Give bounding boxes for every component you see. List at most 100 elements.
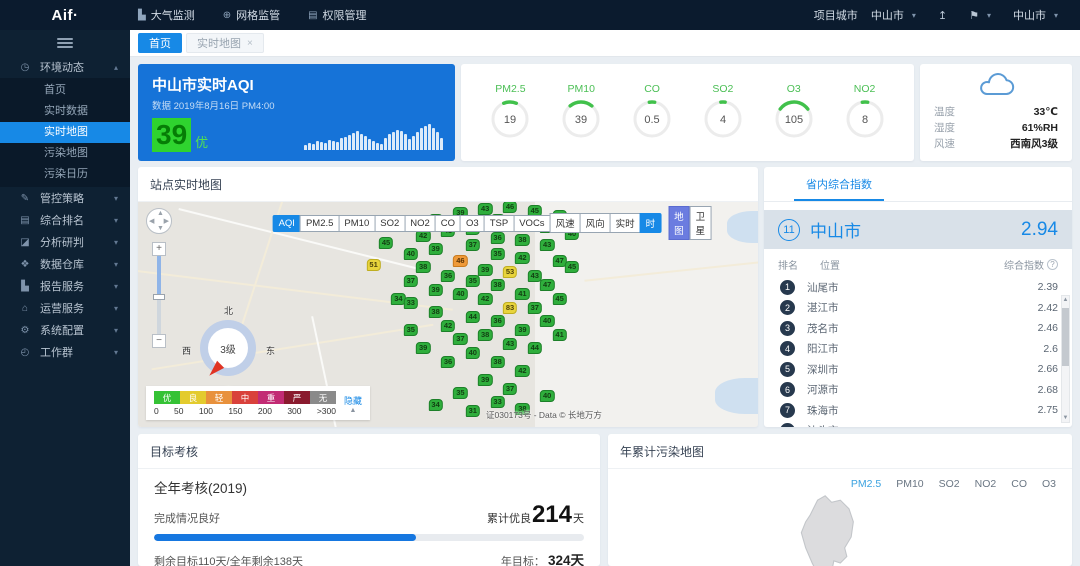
zoom-thumb[interactable]	[153, 294, 165, 300]
map-toolbar-button-PM2.5[interactable]: PM2.5	[300, 215, 338, 232]
map-toolbar-button-风向[interactable]: 风向	[580, 213, 610, 233]
legend-hide-button[interactable]: 隐藏 ▲	[344, 391, 362, 416]
ranking-row-茂名市[interactable]: 3茂名市2.46	[764, 318, 1060, 339]
sidebar-item-实时数据[interactable]: 实时数据	[0, 101, 130, 122]
station-marker[interactable]: 36	[441, 356, 455, 368]
sidebar-group-综合排名[interactable]: ▤综合排名▾	[0, 209, 130, 231]
station-marker[interactable]: 38	[428, 306, 442, 318]
station-marker[interactable]: 31	[466, 405, 480, 417]
scroll-up-icon[interactable]: ▲	[1062, 297, 1069, 303]
project-city-dropdown[interactable]: 项目城市 中山市 ▾	[814, 7, 916, 23]
station-marker[interactable]: 37	[453, 333, 467, 345]
station-marker[interactable]: 42	[515, 365, 529, 377]
zoom-in-button[interactable]: +	[152, 242, 166, 256]
ranking-row-河源市[interactable]: 6河源市2.68	[764, 380, 1060, 401]
map-toolbar-button-实时[interactable]: 实时	[610, 213, 640, 233]
topbar-menu-大气监测[interactable]: ▙大气监测	[138, 7, 195, 23]
map-toolbar-button-O3[interactable]: O3	[460, 215, 484, 232]
map-type-卫星[interactable]: 卫星	[690, 206, 712, 240]
station-marker[interactable]: 35	[453, 387, 467, 399]
sidebar-group-数据仓库[interactable]: ❖数据仓库▾	[0, 253, 130, 275]
ranking-scrollbar[interactable]: ▲ ▼	[1061, 295, 1070, 423]
station-marker[interactable]: 37	[466, 239, 480, 251]
map-toolbar-button-AQI[interactable]: AQI	[273, 215, 300, 232]
station-marker[interactable]: 37	[503, 383, 517, 395]
station-marker[interactable]: 83	[503, 302, 517, 314]
ranking-row-深圳市[interactable]: 5深圳市2.66	[764, 359, 1060, 380]
sidebar-group-分析研判[interactable]: ◪分析研判▾	[0, 231, 130, 253]
pollutant-tab-PM10[interactable]: PM10	[896, 478, 923, 490]
station-marker[interactable]: 38	[490, 356, 504, 368]
map-toolbar-button-VOCs[interactable]: VOCs	[513, 215, 549, 232]
scroll-down-icon[interactable]: ▼	[1062, 415, 1069, 421]
station-marker[interactable]: 37	[528, 302, 542, 314]
notification-dropdown[interactable]: ⚑ ▾	[969, 9, 991, 22]
ranking-row-汕尾市[interactable]: 1汕尾市2.39	[764, 277, 1060, 298]
current-city-row[interactable]: 11 中山市 2.94	[764, 210, 1072, 249]
station-marker[interactable]: 38	[416, 261, 430, 273]
station-marker[interactable]: 44	[466, 311, 480, 323]
station-marker[interactable]: 36	[441, 270, 455, 282]
station-marker[interactable]: 45	[565, 261, 579, 273]
user-city-dropdown[interactable]: 中山市 ▾	[1013, 7, 1058, 23]
station-marker[interactable]: 46	[453, 255, 467, 267]
pollutant-tab-SO2[interactable]: SO2	[939, 478, 960, 490]
station-marker[interactable]: 33	[404, 297, 418, 309]
sidebar-collapse-button[interactable]	[0, 30, 130, 56]
station-marker[interactable]: 42	[515, 252, 529, 264]
sidebar-item-污染日历[interactable]: 污染日历	[0, 164, 130, 185]
station-marker[interactable]: 42	[441, 320, 455, 332]
sidebar-group-运营服务[interactable]: ⌂运营服务▾	[0, 297, 130, 319]
map-type-地图[interactable]: 地图	[668, 206, 690, 240]
sidebar-item-实时地图[interactable]: 实时地图	[0, 122, 130, 143]
station-marker[interactable]: 33	[490, 396, 504, 408]
map-toolbar-button-CO[interactable]: CO	[435, 215, 460, 232]
station-marker[interactable]: 40	[466, 347, 480, 359]
station-marker[interactable]: 34	[428, 399, 442, 411]
export-icon[interactable]: ↥	[938, 9, 947, 22]
station-marker[interactable]: 40	[404, 248, 418, 260]
pollutant-tab-CO[interactable]: CO	[1011, 478, 1027, 490]
station-marker[interactable]: 43	[540, 239, 554, 251]
close-icon[interactable]: ×	[247, 38, 253, 49]
pollutant-tab-O3[interactable]: O3	[1042, 478, 1056, 490]
station-map[interactable]: AQIPM2.5PM10SO2NO2COO3TSPVOCs风速风向实时时地图卫星…	[138, 202, 758, 427]
scrollbar-thumb[interactable]	[1062, 308, 1069, 366]
station-marker[interactable]: 41	[515, 288, 529, 300]
sidebar-group-报告服务[interactable]: ▙报告服务▾	[0, 275, 130, 297]
station-marker[interactable]: 47	[540, 279, 554, 291]
map-toolbar-button-时[interactable]: 时	[640, 213, 662, 233]
zoom-out-button[interactable]: −	[152, 334, 166, 348]
station-marker[interactable]: 40	[453, 288, 467, 300]
topbar-menu-权限管理[interactable]: ▤权限管理	[308, 7, 366, 23]
station-marker[interactable]: 35	[404, 324, 418, 336]
map-toolbar-button-NO2[interactable]: NO2	[404, 215, 435, 232]
station-marker[interactable]: 39	[428, 243, 442, 255]
map-toolbar-button-PM10[interactable]: PM10	[338, 215, 374, 232]
pan-left-icon[interactable]: ◀	[149, 217, 154, 225]
map-toolbar-button-风速[interactable]: 风速	[550, 213, 580, 233]
pan-down-icon[interactable]: ▼	[157, 225, 164, 232]
station-marker[interactable]: 42	[478, 293, 492, 305]
sidebar-item-首页[interactable]: 首页	[0, 80, 130, 101]
station-marker[interactable]: 35	[490, 248, 504, 260]
station-marker[interactable]: 45	[552, 293, 566, 305]
ranking-row-汕头市[interactable]: 8汕头市2.76	[764, 421, 1060, 428]
ranking-row-湛江市[interactable]: 2湛江市2.42	[764, 298, 1060, 319]
station-marker[interactable]: 43	[503, 338, 517, 350]
ranking-row-阳江市[interactable]: 4阳江市2.6	[764, 339, 1060, 360]
map-toolbar-button-TSP[interactable]: TSP	[484, 215, 513, 232]
station-marker[interactable]: 39	[515, 324, 529, 336]
station-marker[interactable]: 39	[478, 374, 492, 386]
station-marker[interactable]: 36	[490, 315, 504, 327]
station-marker[interactable]: 51	[366, 259, 380, 271]
station-marker[interactable]: 39	[416, 342, 430, 354]
pan-up-icon[interactable]: ▲	[157, 210, 164, 217]
station-marker[interactable]: 44	[528, 342, 542, 354]
station-marker[interactable]: 35	[466, 275, 480, 287]
station-marker[interactable]: 39	[428, 284, 442, 296]
station-marker[interactable]: 40	[540, 315, 554, 327]
sidebar-group-工作群[interactable]: ◴工作群▾	[0, 341, 130, 363]
pan-right-icon[interactable]: ▶	[164, 217, 169, 225]
map-toolbar-button-SO2[interactable]: SO2	[374, 215, 404, 232]
